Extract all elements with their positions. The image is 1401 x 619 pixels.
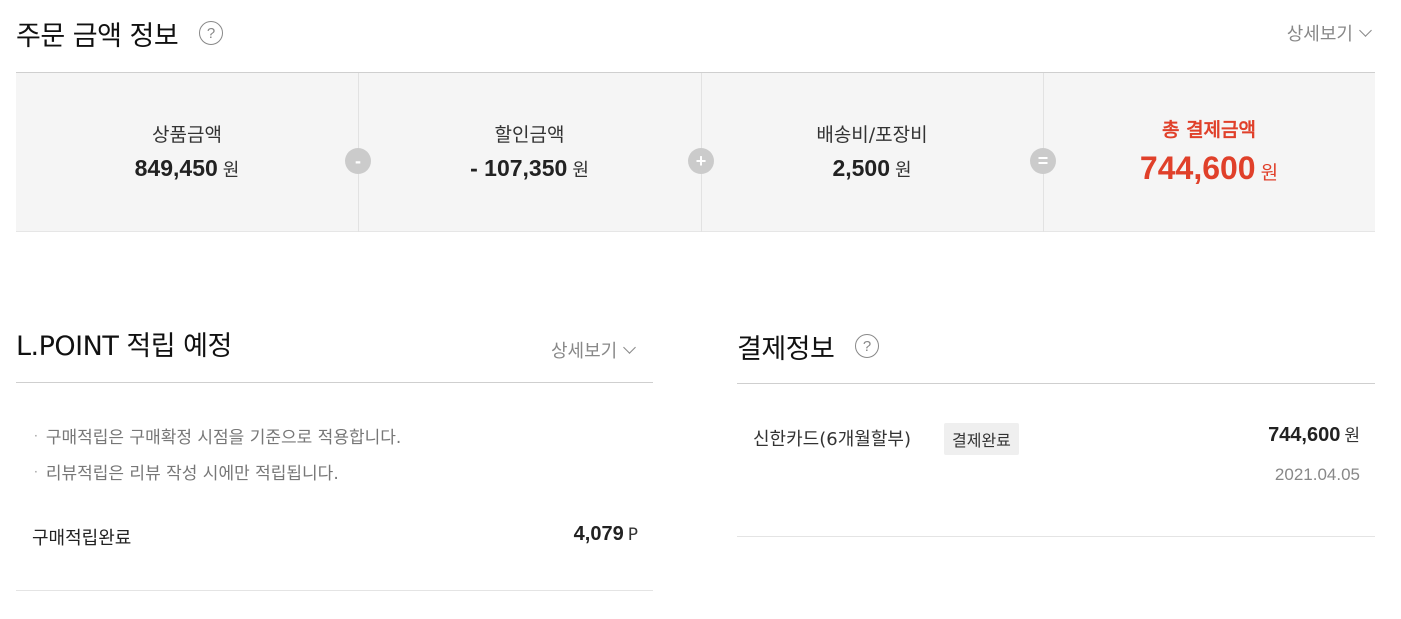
summary-value: 849,450 xyxy=(134,154,218,181)
summary-unit: 원 xyxy=(895,159,912,181)
lpoint-bottom-divider xyxy=(16,590,653,591)
lpoint-note-text: 리뷰적립은 리뷰 작성 시에만 적립됩니다. xyxy=(45,464,339,484)
payment-amount-value: 744,600 xyxy=(1268,424,1341,446)
lpoint-divider xyxy=(16,382,653,383)
summary-discount-amount: 할인금액 - 107,350 원 xyxy=(358,73,701,232)
lpoint-row-value: 4,079 P xyxy=(574,523,638,546)
payment-date: 2021.04.05 xyxy=(1274,465,1360,484)
lpoint-detail-label: 상세보기 xyxy=(551,341,618,362)
lpoint-points: 4,079 xyxy=(573,523,624,545)
payment-method: 신한카드(6개월할부) xyxy=(753,429,911,450)
lpoint-note: · 구매적립은 구매확정 시점을 기준으로 적용합니다. xyxy=(34,423,401,448)
summary-value: 744,600 xyxy=(1139,149,1256,186)
lpoint-note: · 리뷰적립은 리뷰 작성 시에만 적립됩니다. xyxy=(34,459,339,484)
minus-icon: - xyxy=(345,148,371,174)
payment-divider xyxy=(737,383,1375,384)
order-amount-title: 주문 금액 정보 xyxy=(16,21,179,52)
summary-value: 2,500 xyxy=(832,154,890,181)
bullet: · xyxy=(34,464,38,479)
summary-shipping-amount: 배송비/포장비 2,500 원 xyxy=(701,73,1043,232)
payment-amount: 744,600 원 xyxy=(1268,421,1360,447)
lpoint-note-text: 구매적립은 구매확정 시점을 기준으로 적용합니다. xyxy=(45,428,402,448)
summary-product-amount: 상품금액 849,450 원 xyxy=(16,73,358,232)
summary-label: 총 결제금액 xyxy=(1161,118,1256,141)
lpoint-title: L.POINT 적립 예정 xyxy=(16,331,232,362)
summary-unit: 원 xyxy=(572,159,589,181)
order-summary-box: 상품금액 849,450 원 할인금액 - 107,350 원 배송비/포장비 … xyxy=(16,73,1375,232)
summary-unit: 원 xyxy=(1260,161,1279,184)
summary-value: - 107,350 xyxy=(470,154,568,181)
payment-bottom-divider xyxy=(737,536,1375,537)
lpoint-row-label: 구매적립완료 xyxy=(32,528,132,549)
equals-icon: = xyxy=(1030,148,1056,174)
summary-label: 할인금액 xyxy=(494,123,565,146)
payment-status-badge: 결제완료 xyxy=(944,423,1019,455)
bullet: · xyxy=(34,428,38,443)
question-circle-icon[interactable]: ? xyxy=(199,21,223,45)
order-detail-button[interactable]: 상세보기 xyxy=(1286,20,1372,46)
lpoint-unit: P xyxy=(627,525,638,545)
question-circle-icon[interactable]: ? xyxy=(855,334,879,358)
chevron-down-icon xyxy=(623,341,637,354)
summary-total-amount: 총 결제금액 744,600 원 xyxy=(1043,73,1375,232)
chevron-down-icon xyxy=(1359,24,1372,37)
summary-label: 배송비/포장비 xyxy=(816,123,928,146)
plus-icon: + xyxy=(688,148,714,174)
summary-label: 상품금액 xyxy=(152,123,222,146)
summary-unit: 원 xyxy=(222,159,240,181)
payment-title: 결제정보 xyxy=(737,334,835,365)
order-detail-label: 상세보기 xyxy=(1286,24,1353,45)
payment-amount-unit: 원 xyxy=(1344,426,1360,446)
lpoint-detail-button[interactable]: 상세보기 xyxy=(551,337,637,363)
